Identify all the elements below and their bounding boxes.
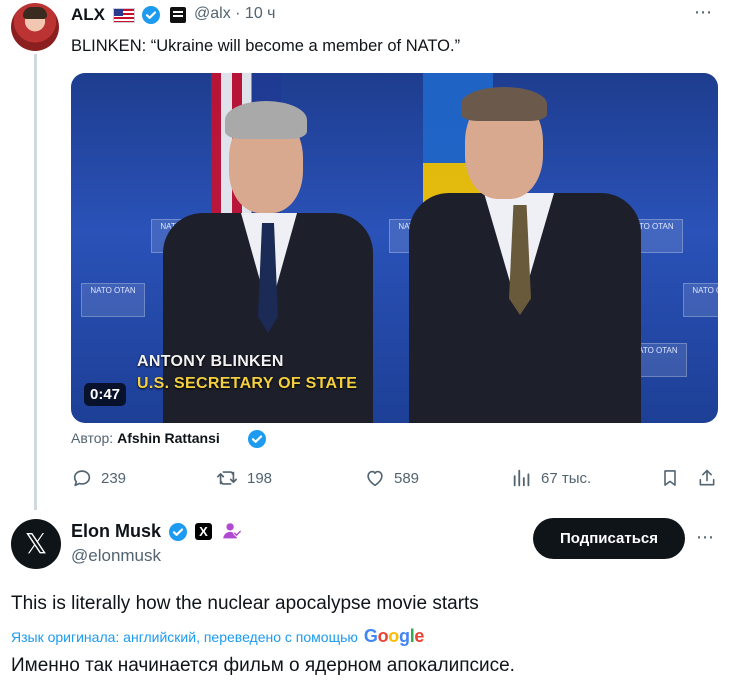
google-logo-letter: o bbox=[377, 626, 389, 646]
video-duration: 0:47 bbox=[84, 383, 127, 406]
verified-badge-icon bbox=[142, 6, 160, 24]
translation-note-text: Язык оригинала: английский, переведено с… bbox=[11, 628, 358, 645]
views-count: 67 тыс. bbox=[541, 469, 592, 487]
like-icon bbox=[367, 470, 383, 487]
google-logo: Google bbox=[363, 626, 425, 647]
person-badge-icon bbox=[223, 523, 242, 539]
translation-note[interactable]: Язык оригинала: английский, переведено с… bbox=[11, 626, 424, 647]
author-name[interactable]: Afshin Rattansi bbox=[117, 430, 220, 446]
bookmark-button[interactable] bbox=[660, 467, 680, 489]
google-logo-letter: G bbox=[363, 626, 378, 646]
handle-and-time-alx[interactable]: @alx · 10 ч bbox=[194, 5, 276, 23]
post-text: This is literally how the nuclear apocal… bbox=[11, 593, 479, 614]
retweet-count: 198 bbox=[247, 469, 273, 487]
reply-button[interactable]: 239 bbox=[71, 467, 126, 489]
verified-badge-icon bbox=[169, 523, 187, 541]
news-badge-icon bbox=[170, 7, 186, 23]
flag-us-icon bbox=[113, 8, 135, 23]
nato-logo: NATO OTAN bbox=[683, 283, 718, 317]
reply-icon bbox=[73, 470, 91, 487]
subscribe-button[interactable]: Подписаться bbox=[533, 518, 685, 559]
like-button[interactable]: 589 bbox=[364, 467, 419, 489]
thread-connector-line bbox=[34, 54, 37, 510]
handle-elonmusk[interactable]: @elonmusk bbox=[71, 546, 161, 566]
retweet-button[interactable]: 198 bbox=[215, 467, 272, 489]
like-count: 589 bbox=[394, 469, 420, 487]
share-button[interactable] bbox=[697, 467, 717, 489]
google-logo-letter: g bbox=[399, 626, 410, 646]
handle-alx: @alx bbox=[194, 5, 231, 22]
google-logo-letter: o bbox=[388, 626, 399, 646]
reply-count: 239 bbox=[101, 469, 127, 487]
bookmark-icon bbox=[664, 470, 676, 486]
video-player[interactable]: NATO OTAN NATO OTAN NATO OTAN NATO OTAN … bbox=[71, 73, 718, 423]
post-time: · 10 ч bbox=[235, 5, 276, 22]
share-icon bbox=[699, 469, 715, 486]
more-options-icon[interactable]: ⋯ bbox=[694, 2, 713, 23]
display-name-elonmusk[interactable]: Elon Musk bbox=[71, 521, 161, 542]
video-author: Автор: Afshin Rattansi bbox=[71, 430, 220, 446]
views-button[interactable]: 67 тыс. bbox=[511, 467, 591, 489]
translated-post-text: Именно так начинается фильм о ядерном ап… bbox=[11, 655, 515, 676]
tweet-text: BLINKEN: “Ukraine will become a member o… bbox=[71, 37, 461, 55]
verified-badge-icon bbox=[248, 430, 266, 448]
avatar-alx[interactable] bbox=[11, 3, 59, 51]
google-logo-letter: e bbox=[414, 626, 425, 646]
avatar-elonmusk[interactable]: 𝕏 bbox=[11, 519, 61, 569]
views-icon bbox=[513, 469, 530, 487]
more-options-icon[interactable]: ⋯ bbox=[696, 527, 715, 548]
nato-logo: NATO OTAN bbox=[81, 283, 145, 317]
author-label: Автор: bbox=[71, 430, 114, 446]
video-caption-title: U.S. SECRETARY OF STATE bbox=[137, 375, 358, 392]
x-badge-icon: X bbox=[195, 523, 212, 540]
display-name-alx[interactable]: ALX bbox=[71, 5, 105, 25]
retweet-icon bbox=[217, 471, 237, 485]
video-caption-name: ANTONY BLINKEN bbox=[137, 353, 284, 370]
